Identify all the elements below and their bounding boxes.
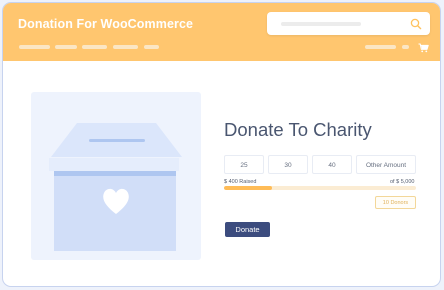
nav-item[interactable] bbox=[82, 45, 107, 49]
campaign-title: Donate To Charity bbox=[224, 119, 372, 140]
campaign-image bbox=[31, 92, 201, 260]
amount-option-25[interactable]: 25 bbox=[224, 155, 264, 174]
site-header: Donation For WooCommerce bbox=[3, 3, 440, 61]
amount-option-40[interactable]: 40 bbox=[312, 155, 352, 174]
nav-item[interactable] bbox=[113, 45, 138, 49]
site-brand-title[interactable]: Donation For WooCommerce bbox=[18, 17, 193, 31]
search-placeholder-bar bbox=[281, 22, 361, 26]
nav-item[interactable] bbox=[19, 45, 50, 49]
donate-button[interactable]: Donate bbox=[225, 222, 270, 237]
goal-amount: of $ 5,000 bbox=[390, 179, 415, 185]
cart-icon[interactable] bbox=[418, 40, 429, 58]
search-icon[interactable] bbox=[410, 17, 422, 35]
browser-window: Donation For WooCommerce Donate To Chari… bbox=[2, 2, 441, 287]
nav-item[interactable] bbox=[55, 45, 77, 49]
other-amount-option[interactable]: Other Amount bbox=[356, 155, 416, 174]
amount-option-30[interactable]: 30 bbox=[268, 155, 308, 174]
donation-box-icon bbox=[49, 123, 182, 251]
raised-amount: $ 400 Raised bbox=[224, 179, 257, 185]
donors-count-badge: 10 Donors bbox=[375, 196, 416, 209]
account-nav-item[interactable] bbox=[402, 45, 409, 49]
donation-progress-bar bbox=[224, 186, 416, 190]
search-input[interactable] bbox=[267, 12, 430, 35]
account-nav-item[interactable] bbox=[365, 45, 396, 49]
nav-item[interactable] bbox=[144, 45, 159, 49]
donation-progress-fill bbox=[224, 186, 272, 190]
